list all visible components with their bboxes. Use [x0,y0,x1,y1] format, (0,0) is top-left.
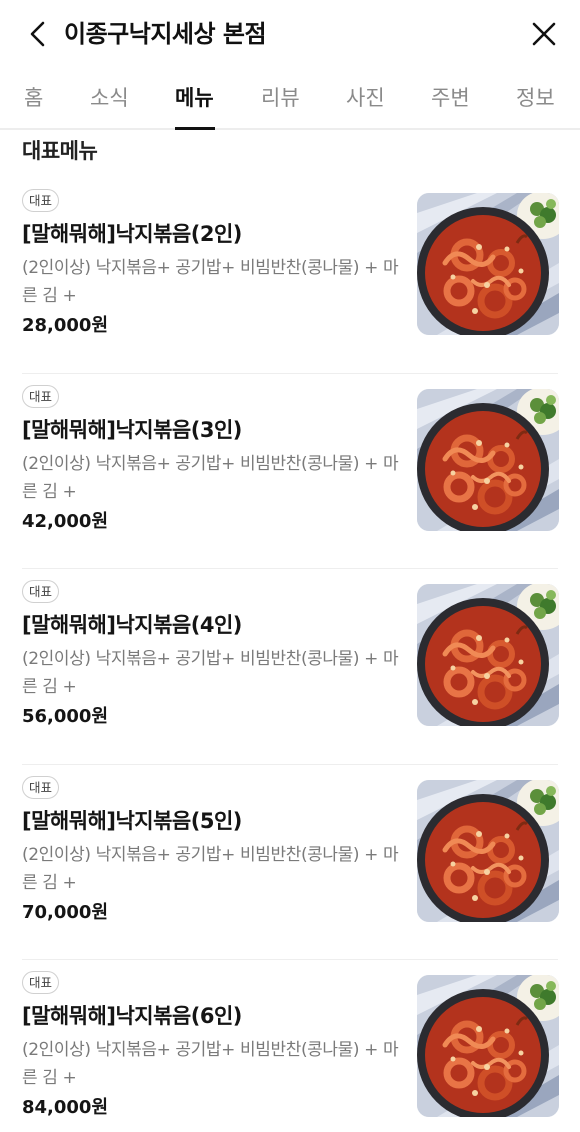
tab-news[interactable]: 소식 [90,82,129,114]
tab-nearby[interactable]: 주변 [431,82,470,114]
menu-item-description: (2인이상) 낙지볶음+ 공기밥+ 비빔반찬(콩나물) + 마른 김 + [22,649,399,697]
tab-menu[interactable]: 메뉴 [175,82,214,114]
menu-item-photo[interactable] [417,193,559,335]
active-tab-indicator [175,127,215,130]
tab-photos[interactable]: 사진 [346,82,385,114]
menu-item-name: [말해뭐해]낙지볶음(6인) [22,1004,242,1028]
menu-item-photo[interactable] [417,388,559,531]
representative-badge: 대표 [22,580,60,603]
close-button[interactable] [524,14,564,54]
tab-reviews[interactable]: 리뷰 [261,82,300,114]
menu-list: 대표 [말해뭐해]낙지볶음(2인) (2인이상) 낙지볶음+ 공기밥+ 비빔반찬… [0,178,580,1132]
menu-item-description: (2인이상) 낙지볶음+ 공기밥+ 비빔반찬(콩나물) + 마른 김 + [22,258,399,306]
menu-item-price: 70,000원 [22,901,109,923]
close-icon [532,22,556,46]
menu-item-price: 28,000원 [22,315,109,336]
menu-item-name: [말해뭐해]낙지볶음(2인) [22,222,242,246]
menu-item-price: 56,000원 [22,706,109,727]
menu-item[interactable]: 대표 [말해뭐해]낙지볶음(3인) (2인이상) 낙지볶음+ 공기밥+ 비빔반찬… [0,374,580,569]
menu-item-photo[interactable] [417,975,559,1117]
representative-badge: 대표 [22,971,60,994]
menu-item-description: (2인이상) 낙지볶음+ 공기밥+ 비빔반찬(콩나물) + 마른 김 + [22,453,399,502]
menu-item-name: [말해뭐해]낙지볶음(3인) [22,417,242,442]
tab-info[interactable]: 정보 [516,82,555,114]
representative-badge: 대표 [22,775,60,799]
representative-badge: 대표 [22,384,60,408]
page-title: 이종구낙지세상 본점 [64,20,267,48]
menu-item-price: 84,000원 [22,1097,109,1118]
tab-home[interactable]: 홈 [24,82,43,114]
back-button[interactable] [18,14,58,54]
menu-item-photo[interactable] [417,779,559,922]
menu-item-price: 42,000원 [22,510,109,532]
menu-item[interactable]: 대표 [말해뭐해]낙지볶음(5인) (2인이상) 낙지볶음+ 공기밥+ 비빔반찬… [0,765,580,960]
menu-item-description: (2인이상) 낙지볶음+ 공기밥+ 비빔반찬(콩나물) + 마른 김 + [22,844,399,893]
menu-item[interactable]: 대표 [말해뭐해]낙지볶음(2인) (2인이상) 낙지볶음+ 공기밥+ 비빔반찬… [0,178,580,374]
menu-item-photo[interactable] [417,584,559,726]
menu-item-name: [말해뭐해]낙지볶음(5인) [22,808,242,833]
menu-item-description: (2인이상) 낙지볶음+ 공기밥+ 비빔반찬(콩나물) + 마른 김 + [22,1040,399,1088]
chevron-left-icon [30,21,45,47]
menu-item[interactable]: 대표 [말해뭐해]낙지볶음(6인) (2인이상) 낙지볶음+ 공기밥+ 비빔반찬… [0,960,580,1132]
section-title: 대표메뉴 [22,139,98,163]
menu-item[interactable]: 대표 [말해뭐해]낙지볶음(4인) (2인이상) 낙지볶음+ 공기밥+ 비빔반찬… [0,569,580,765]
menu-item-name: [말해뭐해]낙지볶음(4인) [22,613,242,637]
representative-badge: 대표 [22,189,60,212]
tab-bar: 홈 소식 메뉴 리뷰 사진 주변 정보 [0,68,580,130]
top-bar: 이종구낙지세상 본점 [0,0,580,68]
